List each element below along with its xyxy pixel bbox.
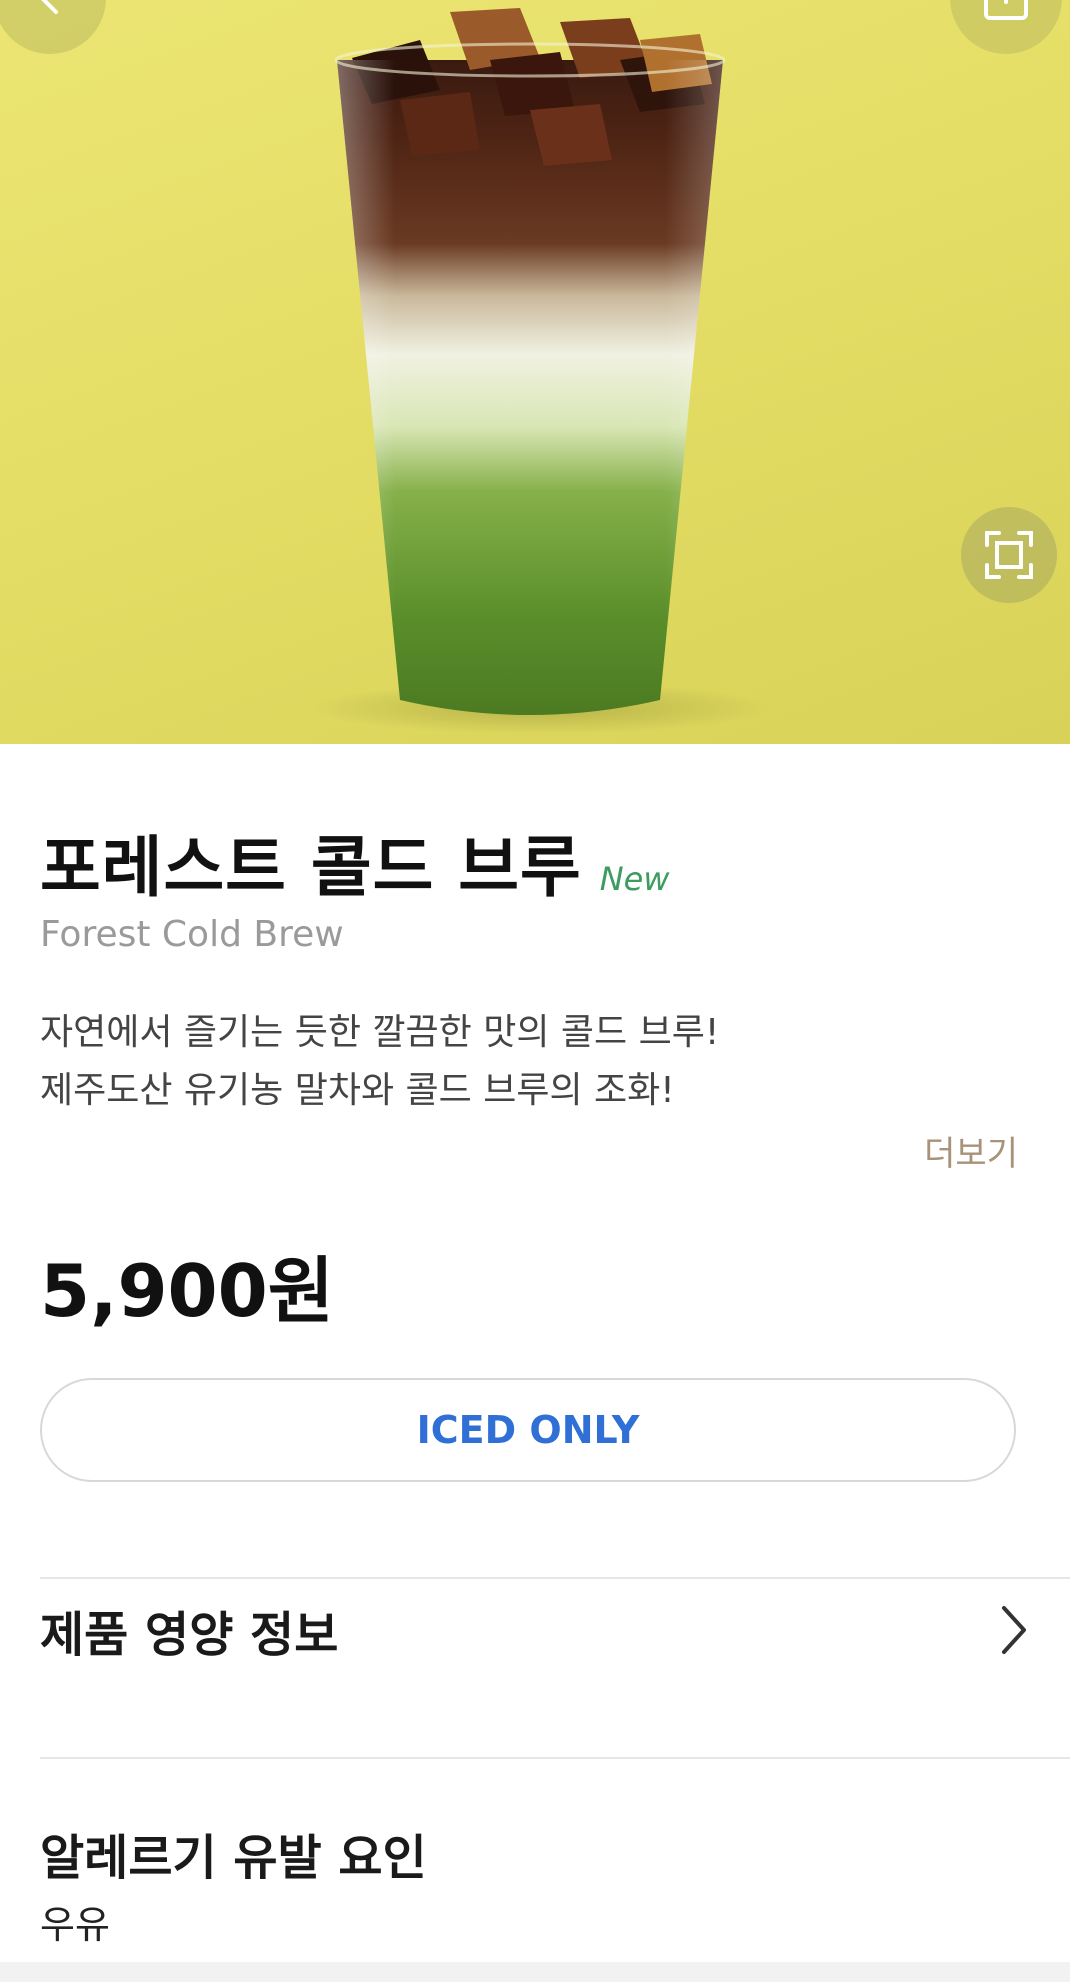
iced-only-option[interactable]: ICED ONLY [40,1378,1016,1482]
new-badge: New [599,860,670,898]
chevron-right-icon [1002,1606,1026,1654]
allergy-title: 알레르기 유발 요인 [40,1830,427,1886]
share-icon [984,0,1028,20]
divider [40,1757,1070,1759]
product-image [0,0,1070,744]
product-name: 포레스트 콜드 브루 [40,829,582,906]
description-line: 제주도산 유기농 말차와 콜드 브루의 조화! [40,1070,675,1111]
drink-illustration [310,8,770,734]
expand-icon [985,531,1033,579]
glass-shine [337,60,723,715]
nutrition-info-row[interactable]: 제품 영양 정보 [40,1580,1030,1680]
bottom-strip [0,1962,1070,1982]
divider [40,1577,1070,1579]
product-description: 자연에서 즐기는 듯한 깔끔한 맛의 콜드 브루! 제주도산 유기농 말차와 콜… [40,1004,719,1120]
description-line: 자연에서 즐기는 듯한 깔끔한 맛의 콜드 브루! [40,1012,720,1053]
product-title-row: 포레스트 콜드 브루 New [40,814,670,910]
product-english-name: Forest Cold Brew [40,914,344,955]
allergy-value: 우유 [40,1903,110,1947]
nutrition-info-title: 제품 영양 정보 [40,1607,339,1663]
expand-image-button[interactable] [961,507,1057,603]
product-price: 5,900원 [40,1249,334,1333]
chevron-left-icon [41,0,58,14]
more-button[interactable]: 더보기 [924,1126,1018,1175]
